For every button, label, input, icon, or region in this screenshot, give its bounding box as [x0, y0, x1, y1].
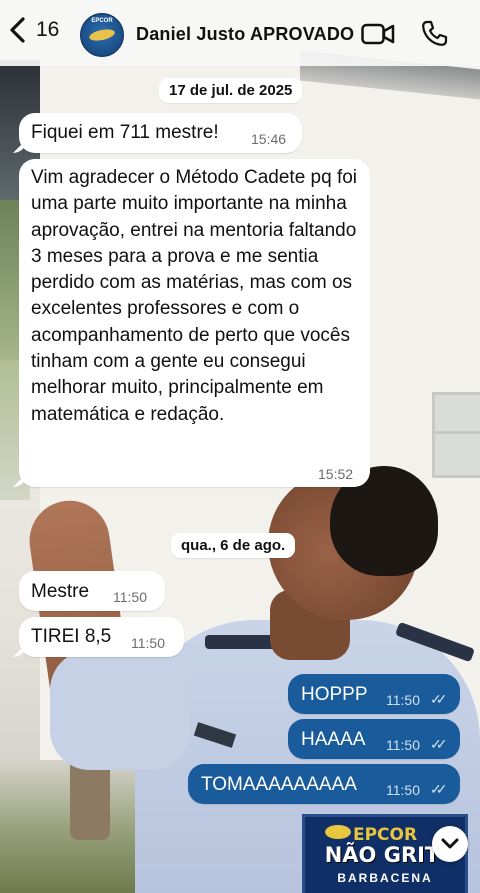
message-text: TIREI 8,5: [31, 626, 112, 647]
back-button[interactable]: 16: [8, 16, 59, 44]
phone-icon[interactable]: [421, 20, 448, 47]
chevron-left-icon: [10, 17, 25, 43]
message-text: HAAAA: [301, 729, 366, 750]
message-text: Vim agradecer o Método Cadete pq foi uma…: [31, 167, 358, 425]
message-text: Fiquei em 711 mestre!: [31, 122, 219, 143]
chevron-down-icon: [441, 838, 459, 849]
outgoing-message[interactable]: HOPPP 11:50 ✓✓: [288, 674, 460, 714]
avatar[interactable]: EPCOR: [80, 13, 124, 57]
video-camera-icon[interactable]: [361, 23, 395, 45]
read-receipt-icon: ✓✓: [430, 736, 448, 752]
message-time: 15:46: [251, 131, 287, 147]
chat-screen: 16 EPCOR Daniel Justo APROVADO 17 de jul…: [0, 0, 480, 893]
avatar-emblem: [88, 27, 116, 43]
read-receipt-icon: ✓✓: [430, 691, 448, 707]
message-time: 15:52: [318, 466, 354, 482]
incoming-message[interactable]: Mestre 11:50: [19, 571, 165, 611]
date-separator: qua., 6 de ago.: [171, 533, 296, 558]
chat-header: 16 EPCOR Daniel Justo APROVADO: [0, 0, 480, 66]
incoming-message[interactable]: Vim agradecer o Método Cadete pq foi uma…: [19, 159, 370, 487]
outgoing-message[interactable]: TOMAAAAAAAAA 11:50 ✓✓: [188, 764, 460, 804]
message-text: TOMAAAAAAAAA: [201, 774, 357, 795]
message-time: 11:50: [386, 782, 420, 798]
incoming-message[interactable]: TIREI 8,5 11:50: [19, 617, 184, 657]
message-time: 11:50: [131, 635, 165, 651]
scroll-to-bottom-button[interactable]: [432, 826, 468, 862]
read-receipt-icon: ✓✓: [430, 781, 448, 797]
message-text: HOPPP: [301, 684, 368, 705]
message-time: 11:50: [113, 589, 147, 605]
outgoing-message[interactable]: HAAAA 11:50 ✓✓: [288, 719, 460, 759]
contact-name[interactable]: Daniel Justo APROVADO: [136, 24, 354, 45]
message-time: 11:50: [386, 737, 420, 753]
background-window: [432, 392, 480, 478]
message-text: Mestre: [31, 581, 90, 602]
avatar-label: EPCOR: [91, 18, 113, 24]
background-person-sleeve: [50, 650, 190, 770]
date-separator: 17 de jul. de 2025: [159, 78, 303, 103]
message-time: 11:50: [386, 692, 420, 708]
unread-count: 16: [36, 18, 60, 41]
incoming-message[interactable]: Fiquei em 711 mestre! 15:46: [19, 113, 302, 153]
sticker-bottom-text: BARBACENA: [337, 871, 433, 885]
